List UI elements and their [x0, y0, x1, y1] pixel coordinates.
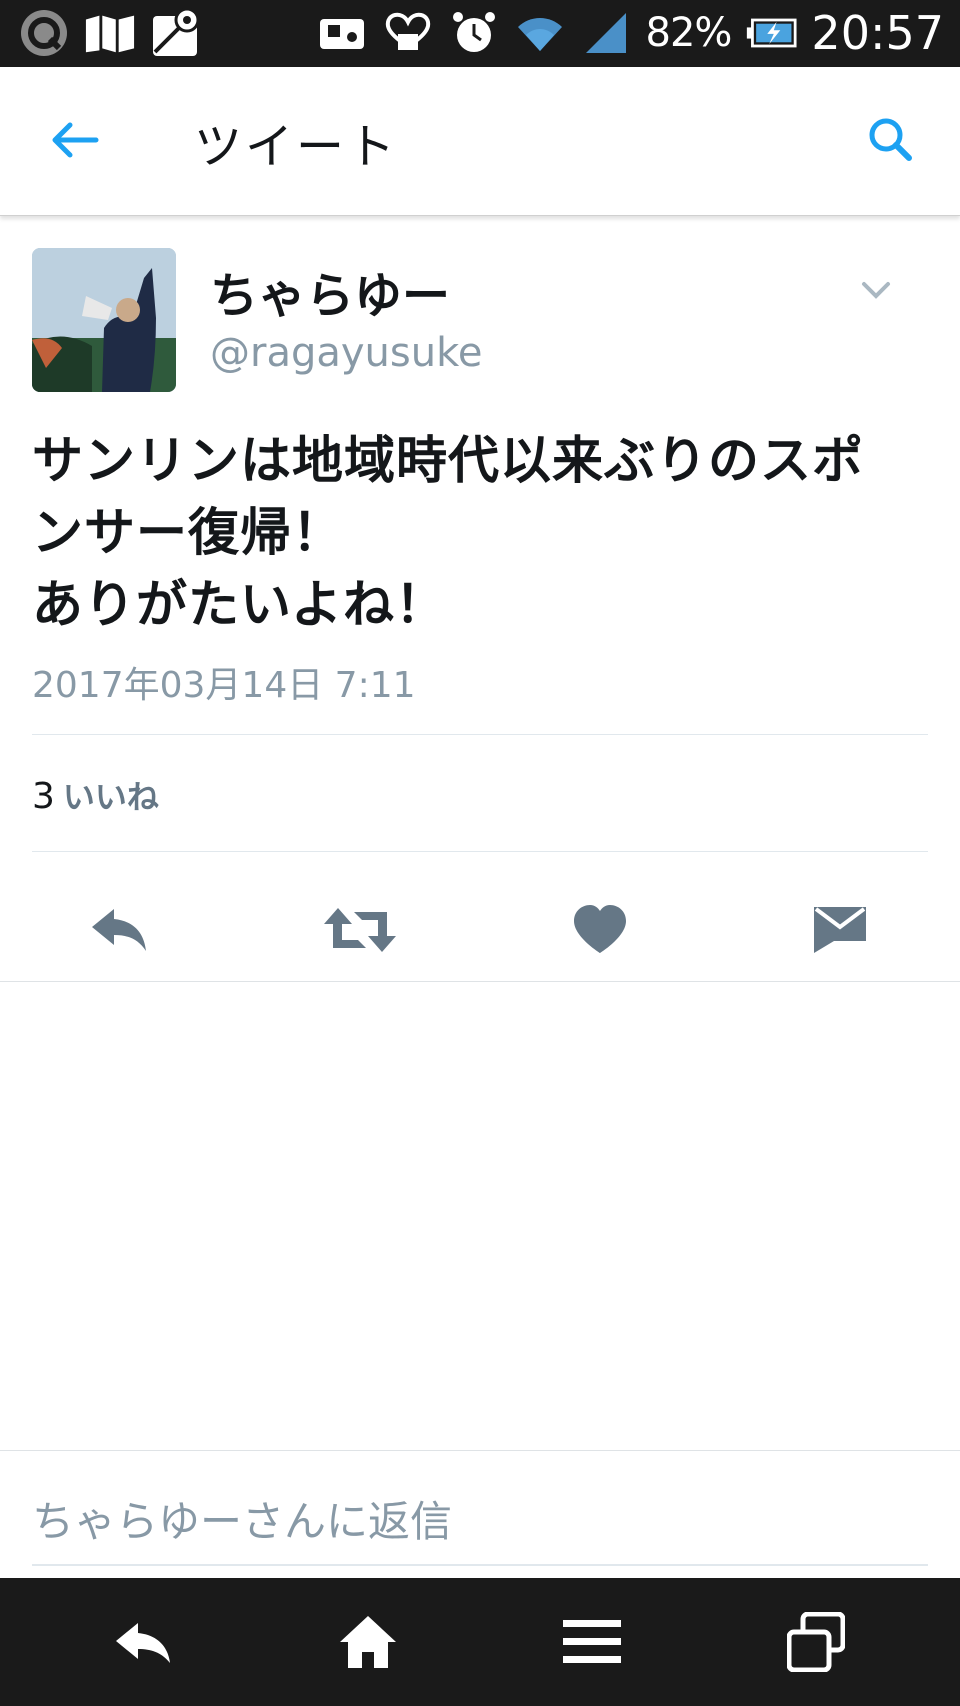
heart-icon — [574, 905, 626, 953]
maps-icon — [150, 8, 202, 58]
heart-mail-icon — [382, 8, 434, 58]
nav-menu-button[interactable] — [552, 1606, 632, 1678]
recent-apps-icon — [787, 1612, 845, 1672]
like-stats[interactable]: 3 いいね — [32, 772, 159, 818]
reply-underline — [32, 1564, 928, 1566]
reply-input[interactable]: ちゃらゆーさんに返信 — [32, 1488, 452, 1549]
like-button[interactable] — [560, 890, 640, 970]
tweet-text-line: ありがたいよね！ — [32, 576, 447, 635]
wallet-icon — [316, 8, 368, 58]
arrow-left-icon — [52, 122, 99, 158]
divider — [32, 734, 928, 735]
menu-icon — [563, 1620, 621, 1663]
navigation-bar — [0, 1578, 960, 1706]
chevron-down-icon — [862, 282, 890, 299]
divider — [0, 1450, 960, 1451]
retweet-button[interactable] — [320, 890, 400, 970]
display-name[interactable]: ちゃらゆー — [210, 256, 450, 326]
like-count: 3 — [32, 776, 55, 817]
tweet-actions — [0, 880, 960, 980]
battery-percent: 82% — [645, 10, 733, 56]
nav-back-button[interactable] — [104, 1606, 184, 1678]
tweet-timestamp: 2017年03月14日 7:11 — [32, 665, 416, 706]
q-icon — [18, 8, 70, 58]
tweet-text-line: サンリンは地域時代以来ぶりのスポ — [32, 432, 865, 491]
toolbar: ツイート — [0, 67, 960, 216]
direct-message-button[interactable] — [800, 890, 880, 970]
alarm-icon — [448, 8, 500, 58]
avatar-image — [32, 248, 176, 392]
wifi-icon — [514, 8, 566, 58]
back-icon — [116, 1623, 170, 1663]
tweet-menu-button[interactable] — [856, 270, 896, 310]
user-handle[interactable]: @ragayusuke — [210, 330, 482, 376]
clock: 20:57 — [811, 6, 944, 60]
page-title: ツイート — [194, 119, 399, 175]
like-label: いいね — [62, 778, 159, 816]
tweet-text-line: ンサー復帰！ — [32, 504, 345, 563]
back-button[interactable] — [44, 109, 106, 171]
home-icon — [340, 1616, 396, 1668]
reply-icon — [92, 909, 146, 951]
mail-icon — [814, 907, 866, 953]
signal-icon — [580, 8, 632, 58]
divider — [0, 981, 960, 982]
avatar[interactable] — [32, 248, 176, 392]
nav-recent-apps-button[interactable] — [776, 1606, 856, 1678]
tweet-text: サンリンは地域時代以来ぶりのスポ ンサー復帰！ ありがたいよね！ — [32, 426, 912, 642]
retweet-icon — [324, 908, 396, 952]
divider — [32, 851, 928, 852]
nav-home-button[interactable] — [328, 1606, 408, 1678]
battery-icon — [745, 8, 797, 58]
status-bar: 82% 20:57 — [0, 0, 960, 67]
map-folder-icon — [84, 8, 136, 58]
search-button[interactable] — [858, 107, 922, 171]
search-icon — [869, 118, 912, 161]
reply-button[interactable] — [80, 890, 160, 970]
